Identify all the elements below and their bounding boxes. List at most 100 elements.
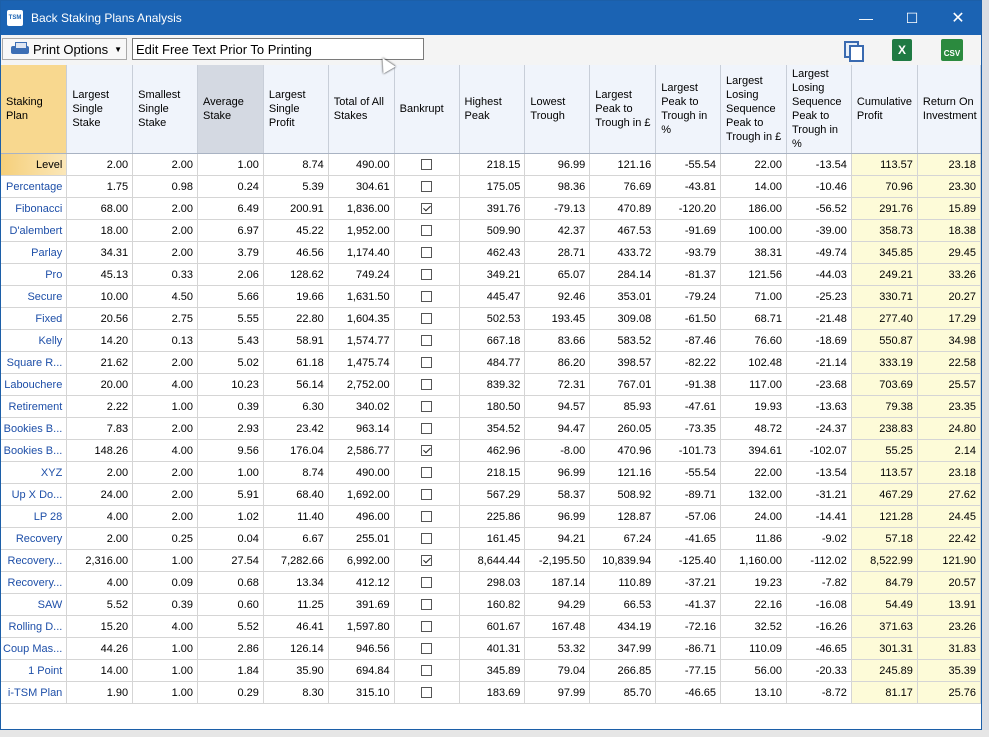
cell-lls-gbp[interactable]: 394.61: [720, 439, 787, 462]
cell-ptt-gbp[interactable]: 309.08: [589, 307, 657, 330]
bankrupt-checkbox[interactable]: [421, 687, 433, 699]
cell-average[interactable]: 5.43: [197, 329, 264, 352]
cell-total[interactable]: 1,174.40: [328, 241, 395, 264]
cell-roi[interactable]: 33.26: [917, 263, 981, 286]
cell-roi[interactable]: 24.80: [917, 417, 981, 440]
cell-roi[interactable]: 22.42: [917, 527, 981, 550]
cell-cumulative[interactable]: 249.21: [851, 263, 918, 286]
cell-lls-gbp[interactable]: 32.52: [720, 615, 787, 638]
cell-ptt-pct[interactable]: -89.71: [655, 483, 722, 506]
cell-lls-pct[interactable]: -31.21: [786, 483, 852, 506]
table-row[interactable]: SAW 5.52 0.39 0.60 11.25 391.69 160.82 94.29 66.…: [1, 593, 981, 616]
cell-profit[interactable]: 23.42: [263, 417, 329, 440]
cell-average[interactable]: 0.60: [197, 593, 264, 616]
cell-lls-pct[interactable]: -8.72: [786, 681, 852, 704]
cell-largest[interactable]: 10.00: [66, 285, 134, 308]
bankrupt-checkbox[interactable]: [421, 577, 433, 589]
cell-ptt-pct[interactable]: -73.35: [655, 417, 722, 440]
bankrupt-cell[interactable]: [394, 351, 460, 374]
cell-profit[interactable]: 11.40: [263, 505, 329, 528]
column-header[interactable]: Largest Losing Sequence Peak to Trough i…: [786, 65, 852, 154]
table-row[interactable]: XYZ 2.00 2.00 1.00 8.74 490.00 218.15 96.99 121.…: [1, 461, 981, 484]
cell-average[interactable]: 5.91: [197, 483, 264, 506]
cell-cumulative[interactable]: 238.83: [851, 417, 918, 440]
bankrupt-cell[interactable]: [394, 197, 460, 220]
bankrupt-cell[interactable]: [394, 307, 460, 330]
cell-lls-gbp[interactable]: 19.23: [720, 571, 787, 594]
cell-ptt-gbp[interactable]: 128.87: [589, 505, 657, 528]
bankrupt-cell[interactable]: [394, 615, 460, 638]
cell-average[interactable]: 10.23: [197, 373, 264, 396]
cell-ptt-pct[interactable]: -55.54: [655, 461, 722, 484]
cell-total[interactable]: 1,604.35: [328, 307, 395, 330]
cell-cumulative[interactable]: 291.76: [851, 197, 918, 220]
cell-lls-gbp[interactable]: 76.60: [720, 329, 787, 352]
bankrupt-checkbox[interactable]: [421, 269, 433, 281]
cell-largest[interactable]: 2.00: [66, 527, 134, 550]
table-row[interactable]: 1 Point 14.00 1.00 1.84 35.90 694.84 345.89 79.…: [1, 659, 981, 682]
cell-average[interactable]: 1.84: [197, 659, 264, 682]
cell-smallest[interactable]: 2.00: [132, 153, 199, 176]
cell-average[interactable]: 5.02: [197, 351, 264, 374]
cell-lls-gbp[interactable]: 56.00: [720, 659, 787, 682]
cell-lls-gbp[interactable]: 1,160.00: [720, 549, 787, 572]
cell-cumulative[interactable]: 245.89: [851, 659, 918, 682]
cell-profit[interactable]: 176.04: [263, 439, 329, 462]
cell-trough[interactable]: 65.07: [524, 263, 591, 286]
cell-lls-pct[interactable]: -112.02: [786, 549, 852, 572]
cell-lls-gbp[interactable]: 110.09: [720, 637, 787, 660]
cell-roi[interactable]: 27.62: [917, 483, 981, 506]
cell-smallest[interactable]: 1.00: [132, 395, 199, 418]
cell-peak[interactable]: 218.15: [459, 153, 526, 176]
cell-smallest[interactable]: 0.98: [132, 175, 199, 198]
cell-ptt-pct[interactable]: -61.50: [655, 307, 722, 330]
cell-total[interactable]: 946.56: [328, 637, 395, 660]
table-row[interactable]: Level 2.00 2.00 1.00 8.74 490.00 218.15 96.99 12…: [1, 153, 981, 176]
cell-plan[interactable]: 1 Point: [1, 659, 68, 682]
cell-total[interactable]: 490.00: [328, 153, 395, 176]
cell-trough[interactable]: 96.99: [524, 461, 591, 484]
cell-ptt-gbp[interactable]: 767.01: [589, 373, 657, 396]
cell-ptt-gbp[interactable]: 10,839.94: [589, 549, 657, 572]
cell-total[interactable]: 1,952.00: [328, 219, 395, 242]
cell-ptt-pct[interactable]: -46.65: [655, 681, 722, 704]
cell-profit[interactable]: 35.90: [263, 659, 329, 682]
column-header[interactable]: Largest Peak to Trough in %: [655, 65, 722, 154]
cell-ptt-pct[interactable]: -72.16: [655, 615, 722, 638]
cell-lls-pct[interactable]: -21.14: [786, 351, 852, 374]
cell-peak[interactable]: 180.50: [459, 395, 526, 418]
cell-lls-gbp[interactable]: 22.00: [720, 461, 787, 484]
cell-roi[interactable]: 23.35: [917, 395, 981, 418]
cell-lls-pct[interactable]: -24.37: [786, 417, 852, 440]
minimize-button[interactable]: —: [843, 1, 889, 35]
cell-trough[interactable]: -8.00: [524, 439, 591, 462]
cell-ptt-gbp[interactable]: 433.72: [589, 241, 657, 264]
table-row[interactable]: Bookies B... 148.26 4.00 9.56 176.04 2,586.77…: [1, 439, 981, 462]
cell-total[interactable]: 1,836.00: [328, 197, 395, 220]
cell-peak[interactable]: 502.53: [459, 307, 526, 330]
column-header[interactable]: Return On Investment: [917, 65, 981, 154]
cell-trough[interactable]: 58.37: [524, 483, 591, 506]
cell-smallest[interactable]: 1.00: [132, 637, 199, 660]
table-row[interactable]: Square R... 21.62 2.00 5.02 61.18 1,475.74 484…: [1, 351, 981, 374]
cell-ptt-gbp[interactable]: 266.85: [589, 659, 657, 682]
bankrupt-checkbox[interactable]: [421, 313, 433, 325]
column-header[interactable]: Average Stake: [197, 65, 264, 154]
cell-ptt-gbp[interactable]: 583.52: [589, 329, 657, 352]
cell-profit[interactable]: 22.80: [263, 307, 329, 330]
cell-profit[interactable]: 126.14: [263, 637, 329, 660]
cell-largest[interactable]: 2,316.00: [66, 549, 134, 572]
cell-plan[interactable]: Bookies B...: [1, 417, 68, 440]
bankrupt-cell[interactable]: [394, 395, 460, 418]
cell-lls-pct[interactable]: -25.23: [786, 285, 852, 308]
cell-plan[interactable]: Fixed: [1, 307, 68, 330]
cell-ptt-pct[interactable]: -55.54: [655, 153, 722, 176]
cell-average[interactable]: 9.56: [197, 439, 264, 462]
cell-cumulative[interactable]: 703.69: [851, 373, 918, 396]
cell-ptt-pct[interactable]: -125.40: [655, 549, 722, 572]
cell-total[interactable]: 391.69: [328, 593, 395, 616]
column-header[interactable]: Largest Single Profit: [263, 65, 329, 154]
cell-roi[interactable]: 25.76: [917, 681, 981, 704]
cell-largest[interactable]: 18.00: [66, 219, 134, 242]
cell-ptt-pct[interactable]: -120.20: [655, 197, 722, 220]
